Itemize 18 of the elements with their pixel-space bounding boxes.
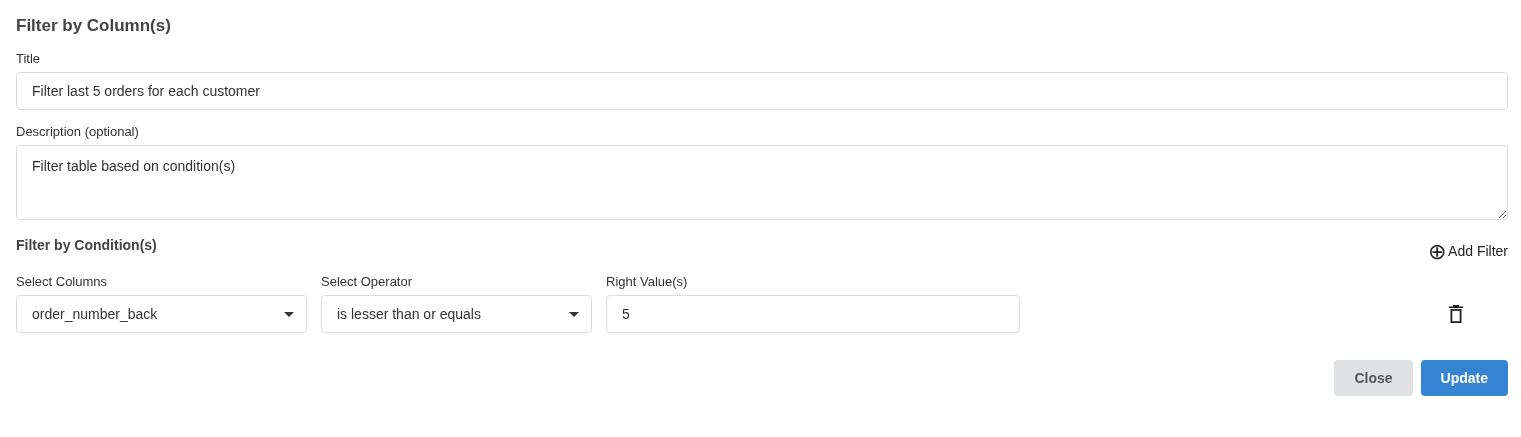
caret-icon [284,311,294,317]
close-button[interactable]: Close [1334,360,1413,396]
dialog-title: Filter by Column(s) [16,15,172,37]
operator-select[interactable]: is lesser than or equals [321,295,592,333]
field-label: Select Operator [321,274,414,290]
value-field[interactable]: 5 [606,295,1020,333]
description-field[interactable]: Filter table based on condition(s) [16,145,1508,220]
trash-icon[interactable] [1449,305,1463,323]
field-label: Select Columns [16,274,109,290]
title-field[interactable]: Filter last 5 orders for each customer [16,72,1508,110]
field-label: Right Value(s) [606,274,689,290]
field-label: Title [16,51,42,67]
add-filter-button[interactable]: ⊕Add Filter [1428,241,1508,262]
update-button[interactable]: Update [1420,360,1508,396]
field-label: Description (optional) [16,124,140,140]
section-title: Filter by Condition(s) [16,236,157,255]
column-select[interactable]: order_number_back [16,295,307,333]
caret-icon [569,311,579,317]
